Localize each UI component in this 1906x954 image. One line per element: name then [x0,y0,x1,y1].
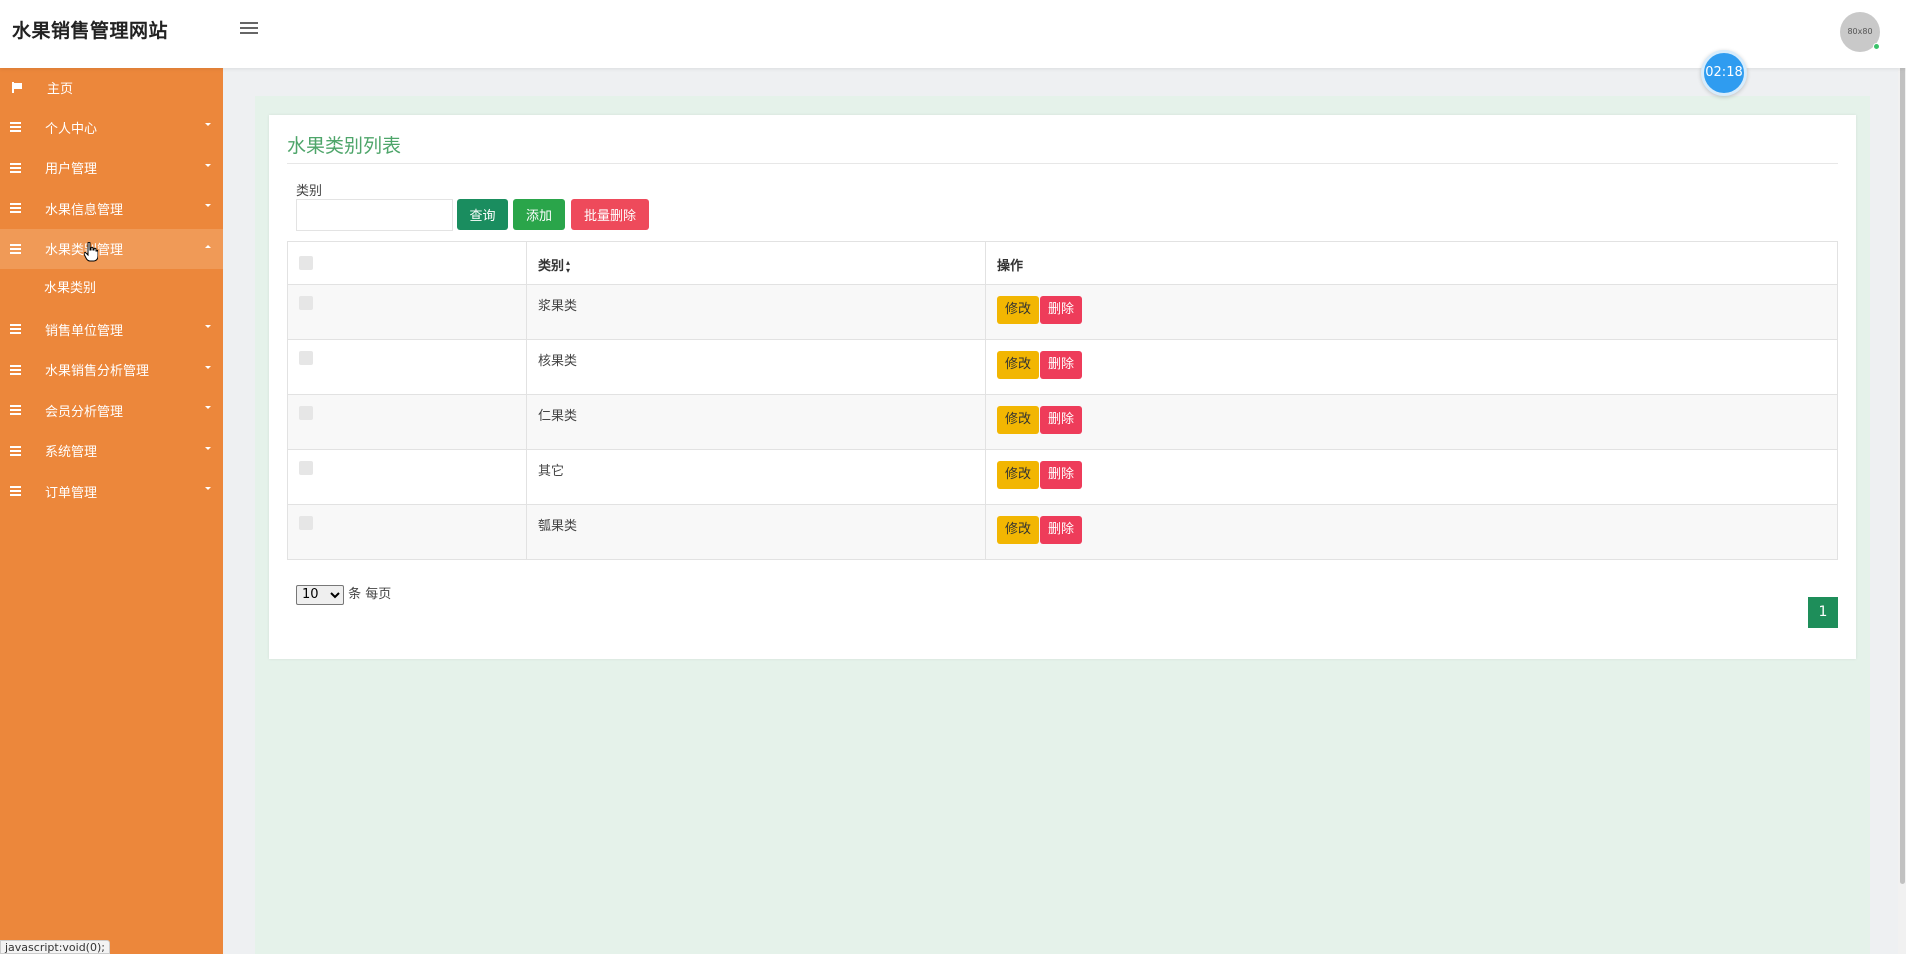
delete-button[interactable]: 删除 [1040,296,1083,324]
list-icon [10,403,24,417]
category-cell: 浆果类 [526,284,986,340]
select-all-checkbox[interactable] [299,256,313,270]
table-row: 瓠果类 修改 删除 [287,504,1838,560]
list-icon [10,242,24,256]
category-filter-label: 类别 [296,184,323,199]
category-cell: 仁果类 [526,394,986,450]
category-table: 类别 ▴ ▾ 操作 浆果类 修改 删除 核果类 修改 删除 仁果类 修改 删除 其它 修改… [287,241,1838,560]
sidebar-item-label: 主页 [47,82,74,97]
sidebar-item-label: 用户管理 [45,162,98,178]
sidebar-item-home[interactable]: 主页 [0,68,223,107]
sidebar-item-label: 销售单位管理 [45,323,124,339]
batch-delete-button[interactable]: 批量删除 [571,199,649,230]
delete-button[interactable]: 删除 [1040,406,1083,434]
per-page-label: 条 每页 [348,587,392,602]
edit-button[interactable]: 修改 [997,296,1040,324]
page-title: 水果类别列表 [287,135,402,157]
edit-button[interactable]: 修改 [997,461,1040,489]
category-cell: 其它 [526,449,986,505]
row-checkbox[interactable] [299,351,313,365]
sidebar: 主页 个人中心 用户管理 水果信息管理 水果类别管理 水果类别 销售单位管理 水… [0,68,223,954]
timer-badge[interactable]: 02:18 [1701,50,1747,96]
actions-column-header: 操作 [985,241,1838,285]
sidebar-subitem-fruit-category[interactable]: 水果类别 [0,269,223,309]
page-scrollbar[interactable] [1898,0,1906,954]
hand-pointer-icon [84,242,98,262]
page-size-select[interactable]: 10 [296,584,344,605]
sidebar-item-label: 会员分析管理 [45,404,124,420]
sidebar-item-user-management[interactable]: 用户管理 [0,148,223,189]
row-checkbox[interactable] [299,516,313,530]
chevron-down-icon [205,406,211,409]
table-row: 核果类 修改 删除 [287,339,1838,395]
flag-icon [10,81,24,95]
app-title: 水果销售管理网站 [12,20,169,42]
sidebar-item-fruit-info[interactable]: 水果信息管理 [0,188,223,229]
list-icon [10,444,24,458]
chevron-down-icon [205,204,211,207]
sidebar-item-label: 水果销售分析管理 [45,364,150,380]
select-all-cell [287,241,527,285]
sort-icon[interactable]: ▴ ▾ [566,258,570,275]
list-icon [10,161,24,175]
row-checkbox[interactable] [299,296,313,310]
list-icon [10,484,24,498]
category-cell: 核果类 [526,339,986,395]
sidebar-item-label: 水果类别管理 [45,243,124,259]
chevron-down-icon [205,163,211,167]
column-label: 类别 [538,259,565,274]
category-cell: 瓠果类 [526,504,986,560]
sidebar-item-sales-analysis[interactable]: 水果销售分析管理 [0,350,223,391]
chevron-down-icon [205,325,211,328]
row-checkbox[interactable] [299,406,313,420]
sidebar-item-member-analysis[interactable]: 会员分析管理 [0,390,223,431]
list-icon [10,120,24,134]
page-size-control: 10 条 每页 [296,583,391,605]
table-row: 其它 修改 删除 [287,449,1838,505]
sidebar-item-label: 订单管理 [45,485,98,501]
online-status-icon [1873,43,1880,50]
sidebar-item-label: 个人中心 [45,121,98,137]
top-header: 水果销售管理网站 80x80 [0,0,1906,68]
delete-button[interactable]: 删除 [1040,516,1083,544]
table-row: 浆果类 修改 删除 [287,284,1838,340]
sidebar-item-fruit-category[interactable]: 水果类别管理 [0,228,223,269]
delete-button[interactable]: 删除 [1040,461,1083,489]
chevron-down-icon [205,365,211,369]
list-icon [10,201,24,215]
table-row: 仁果类 修改 删除 [287,394,1838,450]
user-avatar[interactable]: 80x80 [1840,12,1880,52]
category-column-header[interactable]: 类别 ▴ ▾ [526,241,986,285]
menu-toggle-icon[interactable] [240,22,258,36]
list-icon [10,363,24,377]
chevron-down-icon [205,123,211,126]
sidebar-item-sales-unit[interactable]: 销售单位管理 [0,309,223,350]
avatar-text: 80x80 [1847,27,1873,36]
edit-button[interactable]: 修改 [997,406,1040,434]
sidebar-item-system[interactable]: 系统管理 [0,431,223,472]
category-list-card: 水果类别列表 类别 查询 添加 批量删除 类别 ▴ ▾ 操作 浆果类 修改 删除 核果… [269,115,1856,659]
title-divider [287,163,1838,164]
sidebar-item-personal-center[interactable]: 个人中心 [0,107,223,148]
chevron-up-icon [205,244,211,248]
sidebar-item-label: 系统管理 [45,445,98,461]
edit-button[interactable]: 修改 [997,351,1040,379]
page-number-button[interactable]: 1 [1808,597,1838,628]
category-filter-input[interactable] [296,199,453,231]
chevron-down-icon [205,487,211,490]
add-button[interactable]: 添加 [513,199,565,230]
sidebar-item-label: 水果信息管理 [45,202,124,218]
list-icon [10,322,24,336]
status-bar-url: javascript:void(0); [0,940,110,954]
edit-button[interactable]: 修改 [997,516,1040,544]
table-header-row: 类别 ▴ ▾ 操作 [287,241,1838,285]
delete-button[interactable]: 删除 [1040,351,1083,379]
row-checkbox[interactable] [299,461,313,475]
sidebar-item-orders[interactable]: 订单管理 [0,471,223,512]
query-button[interactable]: 查询 [457,199,508,230]
scrollbar-thumb[interactable] [1900,4,1905,884]
chevron-down-icon [205,446,211,450]
